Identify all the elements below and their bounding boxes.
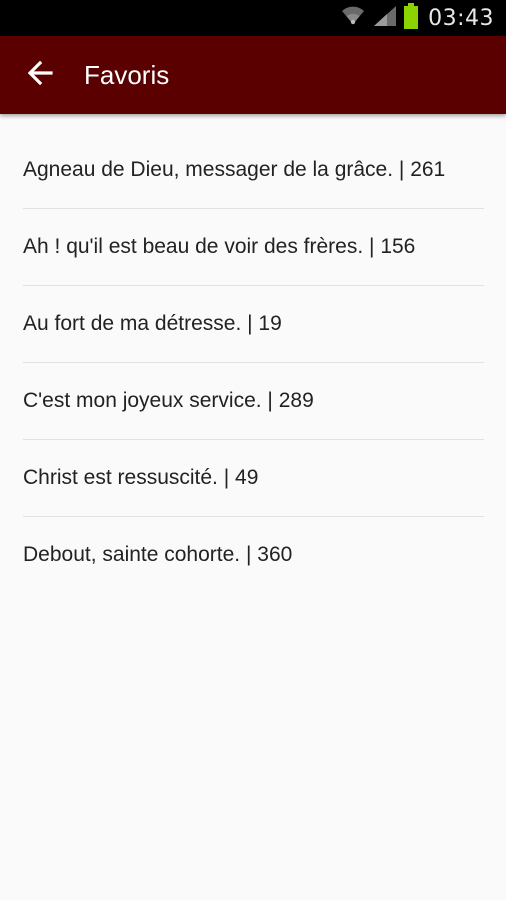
- list-item[interactable]: Debout, sainte cohorte. | 360: [0, 517, 506, 593]
- app-bar: Favoris: [0, 36, 506, 114]
- back-button[interactable]: [12, 47, 68, 103]
- status-time: 03:43: [428, 5, 494, 31]
- list-item[interactable]: Christ est ressuscité. | 49: [0, 440, 506, 516]
- wifi-icon: [340, 4, 366, 33]
- list-item-label: C'est mon joyeux service. | 289: [23, 389, 314, 412]
- list-item-label: Au fort de ma détresse. | 19: [23, 312, 282, 335]
- list-item-label: Christ est ressuscité. | 49: [23, 466, 259, 489]
- battery-icon: [404, 2, 419, 34]
- list-item-label: Agneau de Dieu, messager de la grâce. | …: [23, 158, 446, 181]
- list-item-label: Debout, sainte cohorte. | 360: [23, 543, 293, 566]
- favorites-list: Agneau de Dieu, messager de la grâce. | …: [0, 132, 506, 593]
- page-title: Favoris: [84, 59, 170, 90]
- arrow-left-icon: [26, 59, 54, 92]
- list-item[interactable]: C'est mon joyeux service. | 289: [0, 363, 506, 439]
- list-item[interactable]: Au fort de ma détresse. | 19: [0, 286, 506, 362]
- status-bar: 03:43: [0, 0, 506, 36]
- list-item-label: Ah ! qu'il est beau de voir des frères. …: [23, 235, 416, 258]
- signal-icon: [372, 4, 398, 33]
- list-item[interactable]: Agneau de Dieu, messager de la grâce. | …: [0, 132, 506, 208]
- list-item[interactable]: Ah ! qu'il est beau de voir des frères. …: [0, 209, 506, 285]
- status-icons: 03:43: [340, 0, 494, 36]
